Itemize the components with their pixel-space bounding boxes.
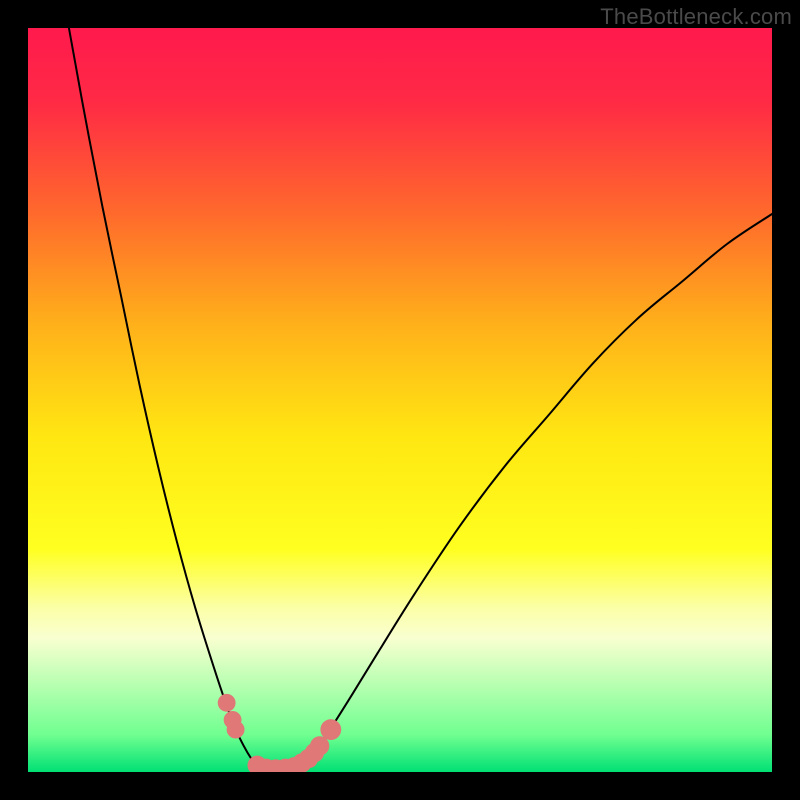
chart-svg [28,28,772,772]
data-point-marker [320,719,341,740]
gradient-background [28,28,772,772]
plot-area [28,28,772,772]
data-point-marker [227,721,245,739]
chart-frame: TheBottleneck.com [0,0,800,800]
watermark-text: TheBottleneck.com [600,4,792,30]
data-point-marker [310,736,329,755]
data-point-marker [218,694,236,712]
